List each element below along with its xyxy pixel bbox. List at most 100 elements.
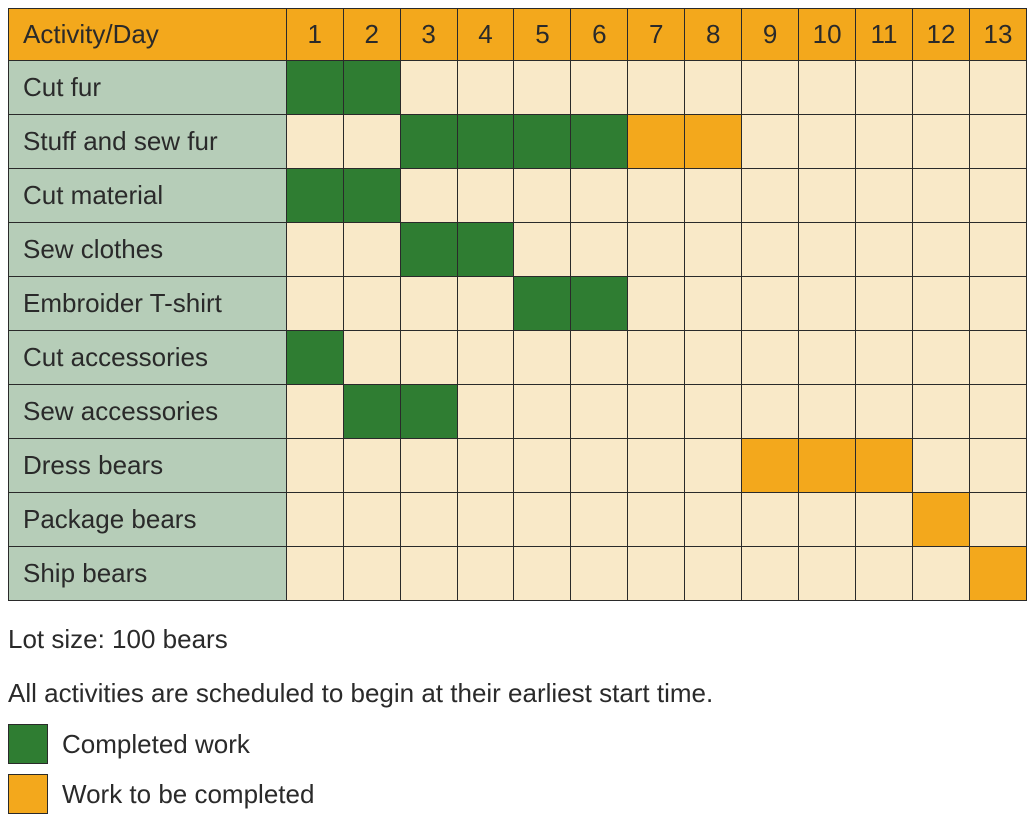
gantt-cell (571, 385, 628, 439)
gantt-cell (685, 277, 742, 331)
activity-row: Stuff and sew fur (9, 115, 1027, 169)
gantt-cell (912, 277, 969, 331)
gantt-cell (799, 493, 856, 547)
gantt-cell (571, 547, 628, 601)
day-header-8: 8 (685, 9, 742, 61)
gantt-cell (628, 223, 685, 277)
gantt-cell (799, 169, 856, 223)
gantt-cell (286, 385, 343, 439)
gantt-cell (457, 115, 514, 169)
gantt-cell (799, 115, 856, 169)
gantt-cell (912, 169, 969, 223)
gantt-cell (457, 493, 514, 547)
gantt-cell (969, 169, 1026, 223)
gantt-cell (628, 277, 685, 331)
gantt-cell (969, 331, 1026, 385)
gantt-cell (912, 223, 969, 277)
gantt-cell (343, 493, 400, 547)
gantt-cell (286, 277, 343, 331)
gantt-cell (969, 493, 1026, 547)
gantt-cell (856, 61, 913, 115)
gantt-cell (799, 547, 856, 601)
gantt-cell (969, 385, 1026, 439)
gantt-cell (514, 331, 571, 385)
gantt-cell (628, 493, 685, 547)
gantt-cell (742, 223, 799, 277)
legend-label-todo: Work to be completed (62, 774, 314, 814)
gantt-cell (514, 547, 571, 601)
gantt-cell (685, 385, 742, 439)
gantt-cell (912, 331, 969, 385)
gantt-cell (457, 439, 514, 493)
activity-label: Embroider T-shirt (9, 277, 287, 331)
gantt-cell (514, 277, 571, 331)
gantt-cell (514, 169, 571, 223)
gantt-cell (628, 385, 685, 439)
schedule-note: All activities are scheduled to begin at… (8, 673, 1027, 713)
gantt-cell (742, 169, 799, 223)
day-header-1: 1 (286, 9, 343, 61)
gantt-cell (969, 115, 1026, 169)
activity-row: Package bears (9, 493, 1027, 547)
gantt-cell (514, 115, 571, 169)
gantt-body: Cut furStuff and sew furCut materialSew … (9, 61, 1027, 601)
gantt-cell (685, 439, 742, 493)
gantt-cell (742, 61, 799, 115)
gantt-cell (912, 439, 969, 493)
gantt-cell (343, 331, 400, 385)
chart-notes: Lot size: 100 bears All activities are s… (8, 619, 1027, 814)
activity-row: Cut material (9, 169, 1027, 223)
gantt-cell (343, 277, 400, 331)
gantt-cell (856, 547, 913, 601)
gantt-cell (400, 115, 457, 169)
gantt-cell (286, 331, 343, 385)
gantt-cell (628, 169, 685, 223)
gantt-cell (400, 169, 457, 223)
gantt-cell (571, 223, 628, 277)
gantt-cell (457, 547, 514, 601)
gantt-cell (286, 547, 343, 601)
gantt-cell (912, 547, 969, 601)
gantt-cell (799, 61, 856, 115)
gantt-cell (571, 169, 628, 223)
gantt-cell (457, 169, 514, 223)
gantt-cell (400, 223, 457, 277)
gantt-cell (799, 223, 856, 277)
gantt-cell (514, 61, 571, 115)
gantt-cell (457, 331, 514, 385)
gantt-cell (685, 331, 742, 385)
day-header-2: 2 (343, 9, 400, 61)
day-header-11: 11 (856, 9, 913, 61)
gantt-cell (742, 493, 799, 547)
legend-todo: Work to be completed (8, 774, 1027, 814)
activity-row: Sew accessories (9, 385, 1027, 439)
day-header-5: 5 (514, 9, 571, 61)
activity-label: Sew clothes (9, 223, 287, 277)
gantt-cell (742, 277, 799, 331)
day-header-4: 4 (457, 9, 514, 61)
gantt-cell (286, 223, 343, 277)
gantt-cell (571, 331, 628, 385)
gantt-cell (856, 115, 913, 169)
gantt-cell (400, 331, 457, 385)
gantt-cell (685, 169, 742, 223)
gantt-cell (685, 493, 742, 547)
gantt-cell (286, 169, 343, 223)
header-row: Activity/Day 12345678910111213 (9, 9, 1027, 61)
gantt-cell (514, 223, 571, 277)
activity-label: Cut material (9, 169, 287, 223)
gantt-cell (969, 439, 1026, 493)
gantt-cell (856, 439, 913, 493)
gantt-cell (969, 277, 1026, 331)
gantt-cell (343, 547, 400, 601)
gantt-cell (969, 223, 1026, 277)
gantt-cell (628, 439, 685, 493)
gantt-cell (343, 61, 400, 115)
gantt-cell (457, 277, 514, 331)
gantt-cell (343, 115, 400, 169)
gantt-cell (400, 439, 457, 493)
gantt-cell (571, 493, 628, 547)
day-header-7: 7 (628, 9, 685, 61)
gantt-cell (912, 115, 969, 169)
legend-completed: Completed work (8, 724, 1027, 764)
